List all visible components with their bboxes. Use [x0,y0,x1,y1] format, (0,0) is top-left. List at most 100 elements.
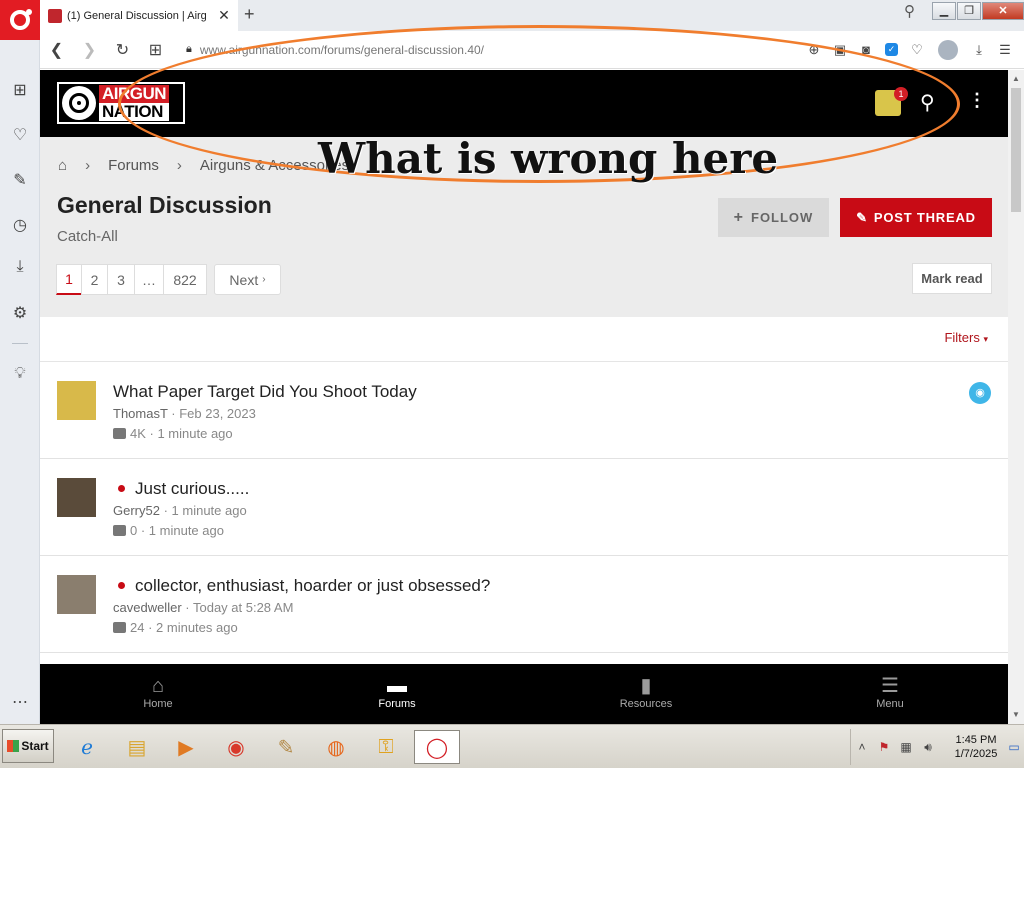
last-post-time[interactable]: 2 minutes ago [156,620,238,635]
page-link[interactable]: 2 [81,264,108,295]
thread-author[interactable]: Gerry52 [113,503,160,518]
thread-author-avatar[interactable] [57,478,96,517]
tab-search-icon[interactable]: ⚲ [904,2,915,20]
action-center-flag-icon[interactable]: ⚑ [873,740,895,754]
bookmarks-heart-icon[interactable]: ♡ [0,125,40,145]
thread-title[interactable]: Just curious..... [135,479,249,498]
pinboard-icon[interactable]: ✎ [0,170,40,190]
thread-title-line[interactable]: collector, enthusiast, hoarder or just o… [113,576,490,596]
thread-start-date[interactable]: Feb 23, 2023 [179,406,256,421]
clock[interactable]: 1:45 PM 1/7/2025 [951,733,1001,761]
start-button[interactable]: Start [2,729,54,763]
windows-flag-icon [7,740,20,752]
settings-gear-icon[interactable]: ⚙ [0,303,40,323]
scrollbar-thumb[interactable] [1011,88,1021,212]
browser-tab[interactable]: (1) General Discussion | Airg ✕ [40,0,238,31]
mark-read-button[interactable]: Mark read [912,263,992,294]
taskbar: Start ℯ ▤ ▶ ◉ ✎ ◍ ⚿ ◯ ˄ ⚑ ▦ 🔊︎ 1:45 PM 1… [0,724,1024,768]
keepass-icon[interactable]: ⚿ [369,730,403,764]
bookmark-heart-icon[interactable]: ♡ [904,42,930,58]
thread-title-line[interactable]: Just curious..... [113,479,249,499]
speed-dial-icon[interactable]: ⊞ [0,80,40,100]
thread-title[interactable]: What Paper Target Did You Shoot Today [113,382,417,401]
profile-avatar-icon[interactable] [938,39,958,60]
thread-author-avatar[interactable] [57,575,96,614]
site-more-menu-icon[interactable]: ⋮ [968,90,986,111]
thread-stats: 0 · 1 minute ago [113,523,224,538]
explorer-folder-icon[interactable]: ▤ [120,730,154,764]
page-link[interactable]: 822 [163,264,207,295]
downloads-icon[interactable]: ⤓ [966,42,992,58]
nav-menu[interactable]: ☰ Menu [830,674,950,710]
page-link[interactable]: 1 [56,264,82,295]
page-scrollbar[interactable]: ▲ ▼ [1008,70,1024,724]
firefox-icon[interactable]: ◍ [319,730,353,764]
media-player-icon[interactable]: ▶ [169,730,203,764]
thread-title[interactable]: collector, enthusiast, hoarder or just o… [135,576,490,595]
maximize-button[interactable]: ❐ [957,2,981,20]
scroll-down-icon[interactable]: ▼ [1008,710,1024,719]
chrome-icon[interactable]: ◉ [219,730,253,764]
tabs-grid-icon[interactable]: ⊞ [139,40,172,60]
thread-start-date[interactable]: 1 minute ago [172,503,247,518]
site-logo[interactable]: AIRGUN NATION [57,82,185,124]
camera-icon[interactable]: ◙ [853,42,879,57]
reload-icon[interactable]: ↻ [106,40,139,60]
system-tray: ˄ ⚑ ▦ 🔊︎ 1:45 PM 1/7/2025 ▭ [850,729,1022,765]
last-post-time[interactable]: 1 minute ago [157,426,232,441]
snapshot-icon[interactable]: ▣ [827,42,853,58]
opera-logo-icon[interactable] [0,0,40,40]
replies-bubble-icon [113,622,126,633]
chevron-right-icon: › [176,157,182,174]
volume-icon[interactable]: 🔊︎ [917,740,939,755]
thread-author[interactable]: ThomasT [113,406,168,421]
url-field[interactable]: 🔒︎ www.airgunnation.com/forums/general-d… [186,43,801,57]
thread-author-avatar[interactable] [57,381,96,420]
history-icon[interactable]: ◷ [0,215,40,235]
thread-author[interactable]: cavedweller [113,600,182,615]
thread-row[interactable]: Just curious..... Gerry52 · 1 minute ago 0… [40,459,1008,556]
last-post-time[interactable]: 1 minute ago [149,523,224,538]
page-jump[interactable]: … [134,264,164,295]
close-tab-icon[interactable]: ✕ [216,7,232,24]
page-title: General Discussion [57,192,272,218]
ie-icon[interactable]: ℯ [70,730,104,764]
pagination: 1 2 3 … 822 Next › [56,264,281,295]
reply-count: 4K [130,426,146,441]
adblock-shield-icon[interactable]: ✓ [885,43,898,56]
watched-eye-icon[interactable]: ◉ [969,382,991,404]
breadcrumb-home-icon[interactable]: ⌂ [58,157,67,174]
back-icon[interactable]: ❮ [40,40,73,60]
paint-icon[interactable]: ✎ [269,730,303,764]
window-close-button[interactable]: ✕ [982,2,1024,20]
easy-setup-icon[interactable]: ☰ [992,42,1018,58]
site-search-icon[interactable]: ⚲ [920,90,935,115]
minimize-button[interactable]: ▁ [932,2,956,20]
address-bar-actions: ⊕ ▣ ◙ ✓ ♡ ⤓ ☰ [801,39,1018,60]
tray-expand-icon[interactable]: ˄ [851,740,873,754]
nav-home[interactable]: ⌂ Home [98,674,218,710]
thread-row[interactable]: collector, enthusiast, hoarder or just o… [40,556,1008,653]
follow-button[interactable]: + FOLLOW [718,198,829,237]
nav-resources[interactable]: ▮ Resources [586,674,706,710]
forward-icon[interactable]: ❯ [73,40,106,60]
new-tab-icon[interactable]: + [244,4,255,25]
show-desktop-icon[interactable]: ▭ [1003,740,1024,754]
thread-title-line[interactable]: What Paper Target Did You Shoot Today [113,382,417,402]
network-icon[interactable]: ▦ [895,740,917,754]
unread-dot-icon [118,485,125,492]
next-page-button[interactable]: Next › [214,264,281,295]
scroll-up-icon[interactable]: ▲ [1008,74,1024,83]
zoom-icon[interactable]: ⊕ [801,42,827,58]
breadcrumb-forums[interactable]: Forums [108,157,159,174]
page-link[interactable]: 3 [107,264,135,295]
thread-row[interactable]: What Paper Target Did You Shoot Today Tho… [40,362,1008,459]
filters-dropdown[interactable]: Filters ▾ [944,330,988,345]
opera-taskbar-icon[interactable]: ◯ [414,730,460,764]
post-thread-button[interactable]: ✎ POST THREAD [840,198,992,237]
sidebar-downloads-icon[interactable]: ⤓ [0,258,40,276]
nav-forums[interactable]: ▬ Forums [337,674,457,710]
tips-lightbulb-icon[interactable]: 💡︎ [0,365,40,383]
sidebar-more-icon[interactable]: ⋯ [0,692,40,712]
thread-start-date[interactable]: Today at 5:28 AM [193,600,293,615]
